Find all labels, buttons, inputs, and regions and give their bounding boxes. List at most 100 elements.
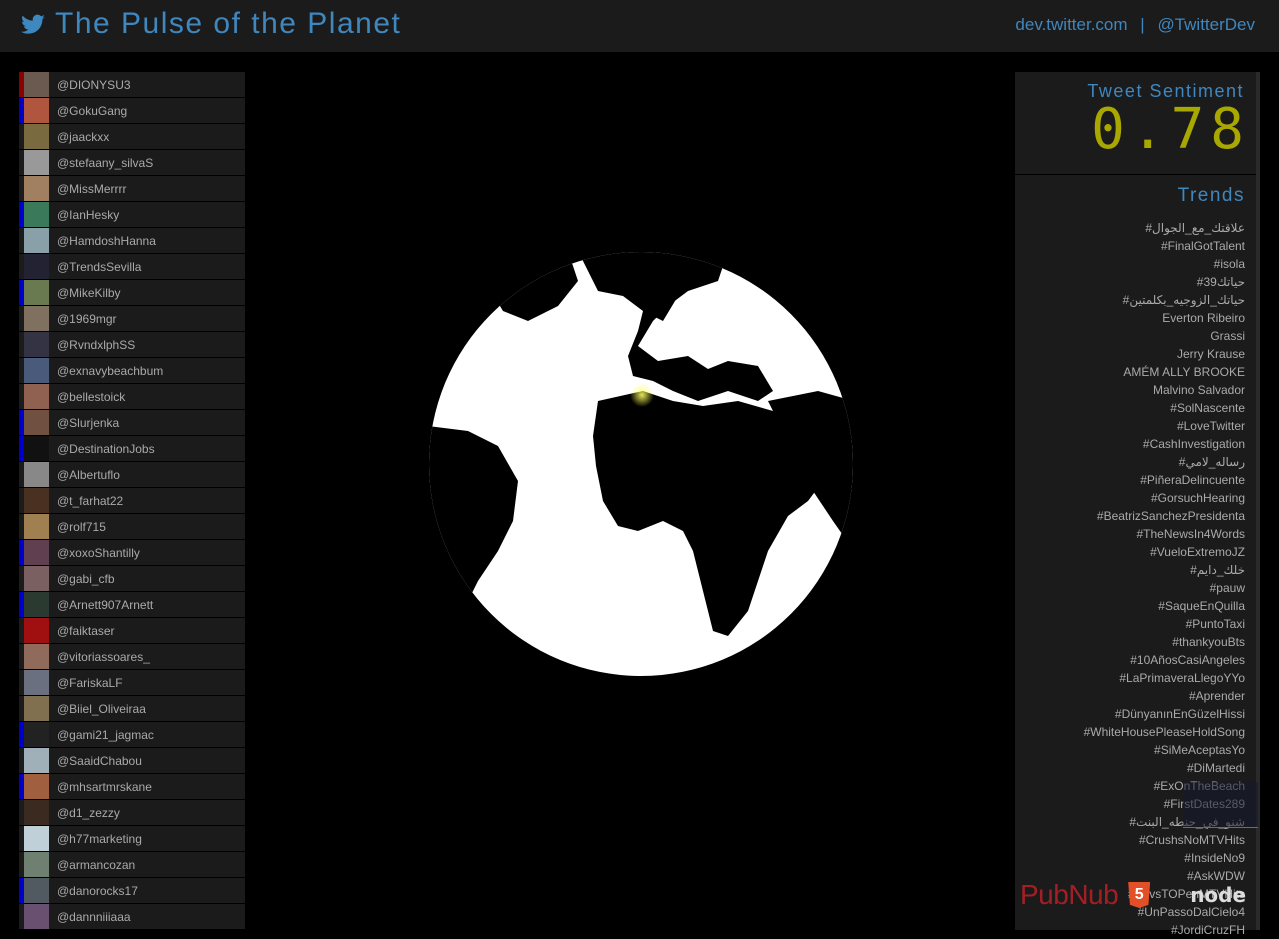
user-row[interactable]: @RvndxlphSS [19, 332, 245, 358]
trend-item[interactable]: #PuntoTaxi [1015, 615, 1245, 633]
user-row[interactable]: @exnavybeachbum [19, 358, 245, 384]
user-handle[interactable]: @dannniiiaaa [57, 910, 131, 924]
user-row[interactable]: @bellestoick [19, 384, 245, 410]
user-row[interactable]: @Arnett907Arnett [19, 592, 245, 618]
user-handle[interactable]: @gabi_cfb [57, 572, 115, 586]
trend-item[interactable]: #10AñosCasiAngeles [1015, 651, 1245, 669]
trend-item[interactable]: #خلك_دايم [1015, 561, 1245, 579]
trend-item[interactable]: AMÉM ALLY BROOKE [1015, 363, 1245, 381]
trend-item[interactable]: #isola [1015, 255, 1245, 273]
user-row[interactable]: @dannniiiaaa [19, 904, 245, 930]
trend-item[interactable]: #SaqueEnQuilla [1015, 597, 1245, 615]
trend-item[interactable]: #DiMartedi [1015, 759, 1245, 777]
trend-item[interactable]: #SiMeAceptasYo [1015, 741, 1245, 759]
user-row[interactable]: @vitoriassoares_ [19, 644, 245, 670]
user-row[interactable]: @danorocks17 [19, 878, 245, 904]
user-row[interactable]: @t_farhat22 [19, 488, 245, 514]
user-handle[interactable]: @d1_zezzy [57, 806, 120, 820]
user-handle[interactable]: @DestinationJobs [57, 442, 155, 456]
user-row[interactable]: @TrendsSevilla [19, 254, 245, 280]
trend-item[interactable]: Grassi [1015, 327, 1245, 345]
user-row[interactable]: @gabi_cfb [19, 566, 245, 592]
user-handle[interactable]: @mhsartmrskane [57, 780, 152, 794]
user-handle[interactable]: @GokuGang [57, 104, 127, 118]
user-row[interactable]: @rolf715 [19, 514, 245, 540]
user-handle[interactable]: @jaackxx [57, 130, 109, 144]
user-handle[interactable]: @Albertuflo [57, 468, 120, 482]
user-handle[interactable]: @FariskaLF [57, 676, 123, 690]
trend-item[interactable]: #BeatrizSanchezPresidenta [1015, 507, 1245, 525]
user-row[interactable]: @d1_zezzy [19, 800, 245, 826]
user-handle[interactable]: @SaaidChabou [57, 754, 142, 768]
user-handle[interactable]: @rolf715 [57, 520, 106, 534]
user-row[interactable]: @xoxoShantilly [19, 540, 245, 566]
globe[interactable] [428, 251, 854, 677]
user-row[interactable]: @MikeKilby [19, 280, 245, 306]
user-row[interactable]: @mhsartmrskane [19, 774, 245, 800]
user-handle[interactable]: @faiktaser [57, 624, 115, 638]
user-handle[interactable]: @Slurjenka [57, 416, 119, 430]
user-row[interactable]: @stefaany_silvaS [19, 150, 245, 176]
user-row[interactable]: @1969mgr [19, 306, 245, 332]
trend-item[interactable]: Malvino Salvador [1015, 381, 1245, 399]
user-handle[interactable]: @armancozan [57, 858, 135, 872]
user-row[interactable]: @Slurjenka [19, 410, 245, 436]
trend-item[interactable]: #CashInvestigation [1015, 435, 1245, 453]
trend-item[interactable]: #pauw [1015, 579, 1245, 597]
user-handle[interactable]: @TrendsSevilla [57, 260, 141, 274]
user-row[interactable]: @MissMerrrr [19, 176, 245, 202]
user-handle[interactable]: @MissMerrrr [57, 182, 127, 196]
dev-twitter-link[interactable]: dev.twitter.com [1015, 15, 1127, 34]
user-handle[interactable]: @vitoriassoares_ [57, 650, 150, 664]
user-handle[interactable]: @1969mgr [57, 312, 117, 326]
trend-item[interactable]: #SolNascente [1015, 399, 1245, 417]
trend-item[interactable]: Everton Ribeiro [1015, 309, 1245, 327]
trend-item[interactable]: #حياتك39 [1015, 273, 1245, 291]
user-handle[interactable]: @RvndxlphSS [57, 338, 135, 352]
user-handle[interactable]: @MikeKilby [57, 286, 121, 300]
user-handle[interactable]: @HamdoshHanna [57, 234, 156, 248]
trend-item[interactable]: #GorsuchHearing [1015, 489, 1245, 507]
user-handle[interactable]: @h77marketing [57, 832, 142, 846]
user-row[interactable]: @DIONYSU3 [19, 72, 245, 98]
user-row[interactable]: @DestinationJobs [19, 436, 245, 462]
trend-item[interactable]: #JordiCruzFH [1015, 921, 1245, 939]
user-handle[interactable]: @DIONYSU3 [57, 78, 131, 92]
trend-item[interactable]: #WhiteHousePleaseHoldSong [1015, 723, 1245, 741]
trend-item[interactable]: #TheNewsIn4Words [1015, 525, 1246, 543]
trend-item[interactable]: Jerry Krause [1015, 345, 1245, 363]
trend-item[interactable]: #حياتك_الزوجيه_بكلمتين [1015, 291, 1245, 309]
trend-item[interactable]: #CrushsNoMTVHits [1015, 831, 1245, 849]
trend-item[interactable]: #DünyanınEnGüzelHissi [1015, 705, 1245, 723]
trend-item[interactable]: #LoveTwitter [1015, 417, 1245, 435]
user-row[interactable]: @Albertuflo [19, 462, 245, 488]
user-row[interactable]: @IanHesky [19, 202, 245, 228]
user-row[interactable]: @faiktaser [19, 618, 245, 644]
trend-item[interactable]: #LaPrimaveraLlegoYYo [1015, 669, 1245, 687]
user-row[interactable]: @armancozan [19, 852, 245, 878]
user-handle[interactable]: @bellestoick [57, 390, 125, 404]
trend-item[interactable]: #InsideNo9 [1015, 849, 1245, 867]
user-handle[interactable]: @stefaany_silvaS [57, 156, 153, 170]
user-row[interactable]: @jaackxx [19, 124, 245, 150]
user-row[interactable]: @gami21_jagmac [19, 722, 245, 748]
user-handle[interactable]: @danorocks17 [57, 884, 138, 898]
user-row[interactable]: @Biiel_Oliveiraa [19, 696, 245, 722]
user-handle[interactable]: @Biiel_Oliveiraa [57, 702, 146, 716]
user-handle[interactable]: @IanHesky [57, 208, 119, 222]
user-handle[interactable]: @exnavybeachbum [57, 364, 163, 378]
trend-item[interactable]: #thankyouBts [1015, 633, 1245, 651]
user-handle[interactable]: @Arnett907Arnett [57, 598, 153, 612]
user-handle[interactable]: @t_farhat22 [57, 494, 123, 508]
user-handle[interactable]: @xoxoShantilly [57, 546, 140, 560]
user-row[interactable]: @SaaidChabou [19, 748, 245, 774]
twitterdev-link[interactable]: @TwitterDev [1157, 15, 1255, 34]
user-row[interactable]: @FariskaLF [19, 670, 245, 696]
trend-item[interactable]: #Aprender [1015, 687, 1245, 705]
user-row[interactable]: @GokuGang [19, 98, 245, 124]
trend-item[interactable]: #VueloExtremoJZ [1015, 543, 1245, 561]
trend-item[interactable]: #علاقتك_مع_الجوال [1015, 219, 1245, 237]
user-handle[interactable]: @gami21_jagmac [57, 728, 154, 742]
user-row[interactable]: @HamdoshHanna [19, 228, 245, 254]
trend-item[interactable]: #رساله_لامي [1015, 453, 1245, 471]
